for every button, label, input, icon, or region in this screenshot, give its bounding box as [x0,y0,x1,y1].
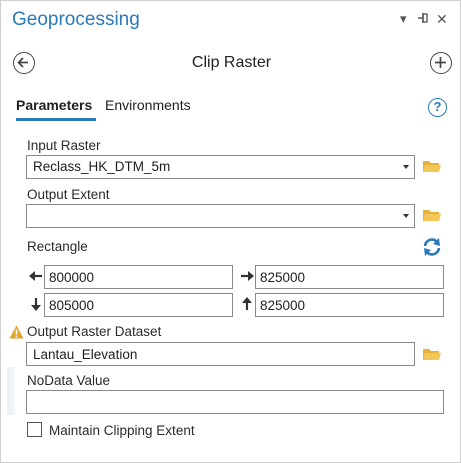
add-button[interactable] [430,52,452,74]
arrow-down-icon [31,298,41,311]
geoprocessing-pane: Geoprocessing ▾ ✕ Clip Raster Parameters… [0,0,461,463]
pin-icon-glyph [418,13,428,23]
active-tab-indicator [16,118,96,121]
browse-folder-icon[interactable] [422,208,442,223]
plus-icon [435,57,446,68]
rectangle-left-input[interactable] [44,265,233,289]
maintain-extent-label[interactable]: Maintain Clipping Extent [49,423,195,438]
maintain-extent-checkbox[interactable] [27,422,42,437]
output-extent-dropdown[interactable] [26,204,415,228]
input-raster-value: Reclass_HK_DTM_5m [33,159,171,174]
nodata-label: NoData Value [27,373,111,388]
focus-accent-bar [7,367,15,415]
input-raster-label: Input Raster [27,138,101,153]
tab-parameters[interactable]: Parameters [16,97,92,113]
tab-environments[interactable]: Environments [105,97,191,113]
pane-titlebar: Geoprocessing ▾ ✕ [1,1,460,39]
input-raster-dropdown[interactable]: Reclass_HK_DTM_5m [26,155,415,179]
rectangle-right-input[interactable] [255,265,444,289]
refresh-icon[interactable] [422,237,442,257]
rectangle-top-input[interactable] [255,293,444,317]
warning-icon [9,325,24,339]
arrow-left-icon [29,271,42,281]
help-icon[interactable]: ? [428,98,447,117]
browse-folder-icon[interactable] [422,159,442,174]
arrow-right-icon [241,271,254,281]
chevron-down-icon [403,214,409,218]
pane-title: Geoprocessing [12,9,140,30]
rectangle-label: Rectangle [27,239,88,254]
output-raster-label: Output Raster Dataset [27,324,162,339]
nodata-input[interactable] [26,390,444,414]
output-raster-input[interactable] [26,342,415,366]
pane-menu-icon[interactable]: ▾ [400,11,407,27]
chevron-down-icon [403,165,409,169]
arrow-up-icon [242,297,252,310]
close-icon[interactable]: ✕ [436,11,448,27]
browse-folder-icon[interactable] [422,347,442,362]
tool-title: Clip Raster [191,54,272,71]
rectangle-bottom-input[interactable] [44,293,233,317]
pin-icon[interactable] [417,11,429,29]
output-extent-label: Output Extent [27,187,110,202]
